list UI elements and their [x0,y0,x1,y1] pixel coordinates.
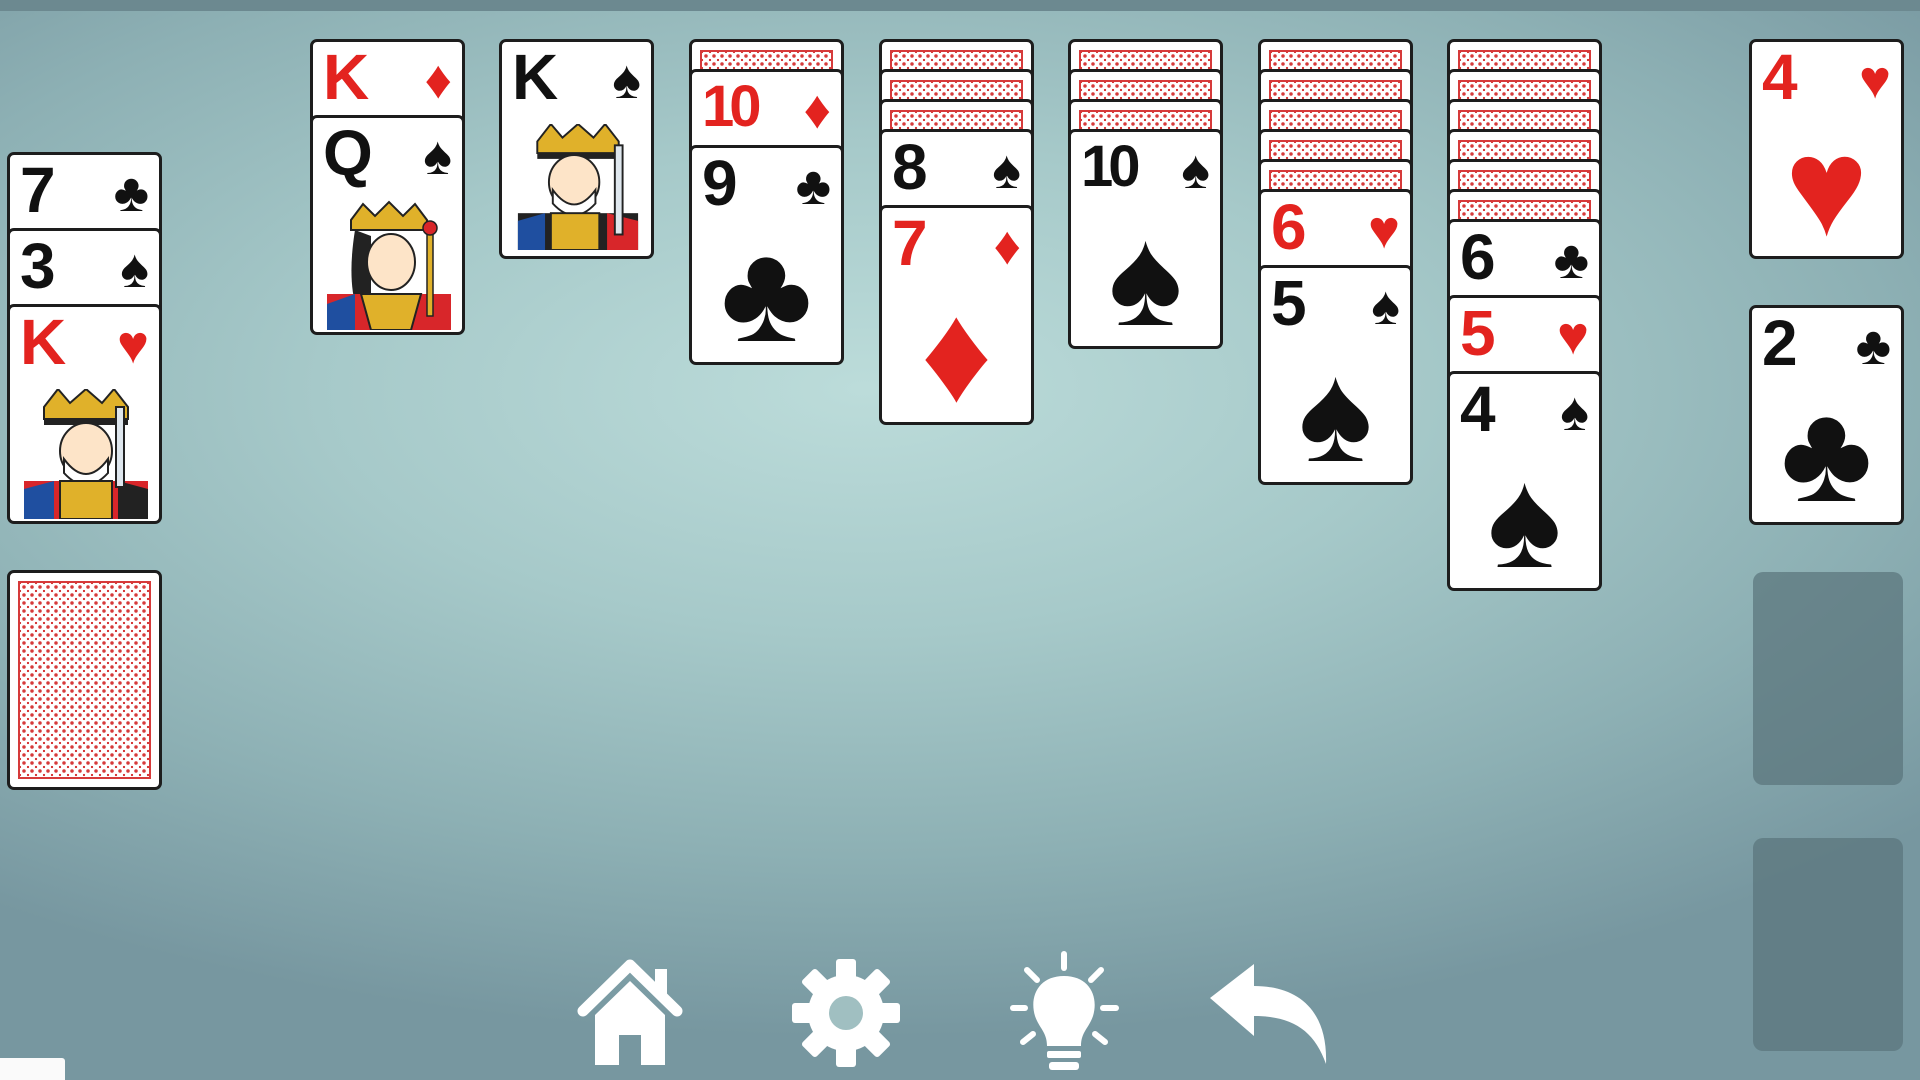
spades-icon: ♠ [1560,382,1589,442]
card-rank: 4 [1762,41,1798,113]
hearts-icon: ♥ [1858,50,1891,110]
spades-icon: ♠ [612,50,641,110]
tableau-card-7-diamonds[interactable]: 7 ♦ ♦ [879,205,1034,425]
foundation-hearts[interactable]: 4 ♥ ♥ [1749,39,1904,259]
card-rank: K [512,41,558,113]
spades-icon: ♠ [1181,140,1210,200]
card-rank: 10 [702,74,761,139]
lightbulb-icon [1009,951,1119,1070]
clubs-icon: ♣ [1780,374,1873,525]
card-rank: 9 [702,147,738,219]
gear-icon [792,958,900,1067]
waste-card-king-hearts[interactable]: K ♥ [7,304,162,524]
spades-icon: ♠ [1108,198,1183,349]
diamonds-icon: ♦ [424,50,452,110]
spades-icon: ♠ [992,140,1021,200]
spades-icon: ♠ [1298,334,1373,485]
tableau-card-9-clubs[interactable]: 9 ♣ ♣ [689,145,844,365]
settings-button[interactable] [781,950,911,1075]
queen-portrait-icon [327,200,451,330]
clubs-icon: ♣ [1553,230,1589,290]
spades-icon: ♠ [120,239,149,299]
tableau-card-10-spades[interactable]: 10 ♠ ♠ [1068,129,1223,349]
undo-button[interactable] [1203,950,1333,1075]
tableau-card-5-spades[interactable]: 5 ♠ ♠ [1258,265,1413,485]
top-status-strip [0,0,1920,11]
foundation-clubs[interactable]: 2 ♣ ♣ [1749,305,1904,525]
card-rank: 7 [20,154,56,226]
spades-icon: ♠ [1371,276,1400,336]
clubs-icon: ♣ [795,156,831,216]
card-rank: K [323,41,369,113]
diamonds-icon: ♦ [920,274,993,425]
card-rank: 5 [1271,267,1307,339]
card-rank: 8 [892,131,928,203]
card-rank: 3 [20,230,56,302]
clubs-icon: ♣ [113,163,149,223]
clubs-icon: ♣ [720,214,813,365]
card-rank: 6 [1460,221,1496,293]
hint-button[interactable] [999,950,1129,1075]
diamonds-icon: ♦ [803,80,831,140]
hearts-icon: ♥ [1556,306,1589,366]
foundation-empty-slot-4[interactable] [1753,838,1903,1051]
card-rank: 2 [1762,307,1798,379]
home-button[interactable] [565,950,695,1075]
hearts-icon: ♥ [1367,200,1400,260]
king-portrait-icon [24,389,148,519]
tableau-card-queen-spades[interactable]: Q ♠ [310,115,465,335]
foundation-empty-slot-3[interactable] [1753,572,1903,785]
undo-arrow-icon [1209,963,1326,1064]
spades-icon: ♠ [1487,440,1562,591]
home-icon [577,959,683,1065]
card-back-pattern [18,581,151,779]
spades-icon: ♠ [423,126,452,186]
hearts-icon: ♥ [1784,108,1869,259]
hearts-icon: ♥ [116,315,149,375]
card-rank: K [20,306,66,378]
card-rank: 5 [1460,297,1496,369]
card-rank: 7 [892,207,928,279]
tableau-card-king-spades[interactable]: K ♠ [499,39,654,259]
card-rank: 6 [1271,191,1307,263]
tableau-card-4-spades[interactable]: 4 ♠ ♠ [1447,371,1602,591]
card-rank: 4 [1460,373,1496,445]
card-rank: Q [323,117,373,189]
stock-pile[interactable] [7,570,162,790]
bottom-corner-tab [0,1058,65,1080]
card-rank: 10 [1081,134,1140,199]
diamonds-icon: ♦ [993,216,1021,276]
king-portrait-icon [517,124,639,250]
clubs-icon: ♣ [1855,316,1891,376]
